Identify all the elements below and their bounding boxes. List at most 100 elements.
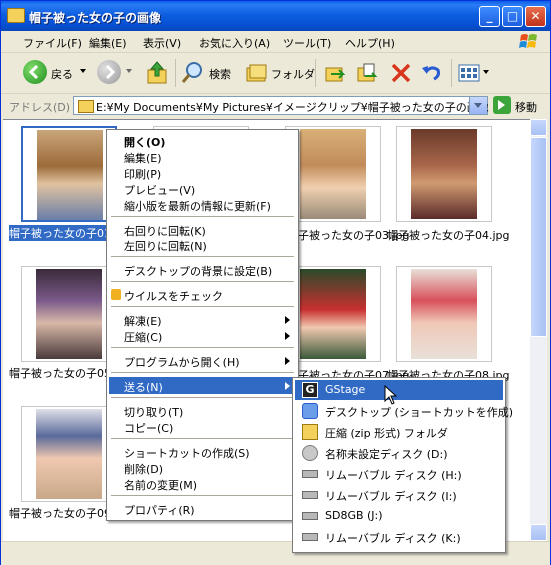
file-caption[interactable]: 帽子被った女の子01: [9, 225, 111, 241]
views-button[interactable]: [457, 60, 491, 86]
menu-edit[interactable]: 編集(E): [89, 35, 127, 51]
menu-item-compress[interactable]: 圧縮(C): [109, 327, 296, 344]
scroll-thumb[interactable]: [530, 137, 547, 337]
sendto-item-zip-folder[interactable]: 圧縮 (zip 形式) フォルダ: [295, 422, 503, 442]
menu-item-edit[interactable]: 編集(E): [109, 148, 296, 165]
forward-arrow-icon: [97, 60, 121, 84]
file-caption[interactable]: 帽子被った女の子05: [9, 365, 111, 381]
move-to-button[interactable]: [323, 60, 347, 86]
menu-item-open-with[interactable]: プログラムから開く(H): [109, 352, 296, 369]
menu-item-create-shortcut[interactable]: ショートカットの作成(S): [109, 443, 296, 460]
scroll-up-button[interactable]: [530, 119, 547, 136]
menu-item-set-desktop-background[interactable]: デスクトップの背景に設定(B): [109, 261, 296, 278]
back-label: 戻る: [51, 68, 73, 81]
search-label: 検索: [209, 68, 231, 81]
photo-image: [411, 129, 477, 219]
address-label: アドレス(D): [9, 101, 71, 114]
send-to-submenu: G GStage デスクトップ (ショートカットを作成) 圧縮 (zip 形式)…: [292, 377, 513, 553]
copy-to-folder-icon: [357, 63, 378, 82]
sendto-item-drive-j[interactable]: SD8GB (J:): [295, 506, 503, 526]
vertical-scrollbar[interactable]: [530, 119, 547, 541]
removable-drive-icon: [302, 512, 318, 520]
title-bar[interactable]: 帽子被った女の子の画像 _ □ ✕: [1, 1, 550, 31]
undo-button[interactable]: [419, 60, 443, 86]
up-folder-icon: [147, 61, 167, 84]
menu-separator: [111, 256, 294, 257]
back-button[interactable]: 戻る: [23, 60, 86, 86]
photo-image: [300, 269, 366, 359]
search-button[interactable]: 検索: [181, 60, 237, 86]
menu-tools[interactable]: ツール(T): [283, 35, 331, 51]
explorer-window: 帽子被った女の子の画像 _ □ ✕ ファイル(F) 編集(E) 表示(V) お気…: [0, 0, 551, 565]
forward-dropdown-icon[interactable]: [126, 69, 132, 76]
file-caption[interactable]: 帽子被った女の子09: [9, 505, 111, 521]
menu-item-refresh-thumbnail[interactable]: 縮小版を最新の情報に更新(F): [109, 196, 296, 213]
menu-item-send-to[interactable]: 送る(N): [109, 377, 296, 394]
gstage-icon: G: [302, 382, 318, 398]
menu-separator: [111, 306, 294, 307]
go-arrow-icon: [493, 96, 511, 114]
toolbar-separator: [175, 59, 176, 87]
menu-file[interactable]: ファイル(F): [23, 35, 82, 51]
sendto-item-drive-i[interactable]: リムーバブル ディスク (I:): [295, 485, 503, 505]
menu-item-cut[interactable]: 切り取り(T): [109, 402, 296, 419]
menu-favorites[interactable]: お気に入り(A): [199, 35, 270, 51]
delete-x-icon: [391, 63, 411, 83]
desktop-icon: [302, 403, 318, 419]
close-button[interactable]: ✕: [525, 6, 546, 27]
toolbar-separator: [315, 59, 316, 87]
menu-item-rotate-left[interactable]: 左回りに回転(N): [109, 236, 296, 253]
up-folder-button[interactable]: [145, 60, 169, 86]
menu-item-properties[interactable]: プロパティ(R): [109, 500, 296, 517]
menu-item-preview[interactable]: プレビュー(V): [109, 180, 296, 197]
file-thumbnail[interactable]: [396, 266, 492, 362]
menu-view[interactable]: 表示(V): [143, 35, 181, 51]
menu-item-rename[interactable]: 名前の変更(M): [109, 475, 296, 492]
forward-button[interactable]: [97, 60, 133, 86]
menu-separator: [111, 372, 294, 373]
menu-separator: [111, 495, 294, 496]
maximize-button[interactable]: □: [502, 6, 523, 27]
file-thumbnail[interactable]: [21, 266, 117, 362]
scroll-down-button[interactable]: [530, 524, 547, 541]
address-dropdown-button[interactable]: [469, 97, 487, 114]
menu-item-print[interactable]: 印刷(P): [109, 164, 296, 181]
photo-image: [36, 409, 102, 499]
sendto-item-gstage[interactable]: G GStage: [295, 380, 503, 400]
menu-item-extract[interactable]: 解凍(E): [109, 311, 296, 328]
menu-item-virus-scan[interactable]: ウイルスをチェック: [109, 286, 296, 303]
delete-button[interactable]: [389, 60, 413, 86]
removable-drive-icon: [302, 470, 318, 478]
copy-to-button[interactable]: [355, 60, 379, 86]
menu-bar: ファイル(F) 編集(E) 表示(V) お気に入り(A) ツール(T) ヘルプ(…: [1, 31, 550, 53]
menu-item-open[interactable]: 開く(O): [109, 132, 296, 149]
address-input[interactable]: E:¥My Documents¥My Pictures¥イメージクリップ¥帽子被…: [73, 96, 489, 115]
menu-help[interactable]: ヘルプ(H): [345, 35, 395, 51]
photo-image: [37, 130, 103, 220]
sendto-item-drive-h[interactable]: リムーバブル ディスク (H:): [295, 464, 503, 484]
file-thumbnail[interactable]: [21, 406, 117, 502]
photo-image: [36, 269, 102, 359]
back-arrow-icon: [23, 60, 47, 84]
back-dropdown-icon[interactable]: [80, 69, 86, 76]
sendto-item-drive-d[interactable]: 名称未設定ディスク (D:): [295, 443, 503, 463]
removable-drive-icon: [302, 491, 318, 499]
sendto-item-drive-k[interactable]: リムーバブル ディスク (K:): [295, 527, 503, 547]
zip-folder-icon: [302, 424, 318, 440]
submenu-arrow-icon: [285, 382, 290, 390]
go-label: 移動: [515, 101, 537, 114]
toolbar: 戻る 検索 フォルダ: [1, 53, 550, 94]
minimize-button[interactable]: _: [479, 6, 500, 27]
file-thumbnail[interactable]: [285, 126, 381, 222]
file-thumbnail[interactable]: [396, 126, 492, 222]
menu-item-delete[interactable]: 削除(D): [109, 459, 296, 476]
folders-button[interactable]: フォルダ: [245, 60, 315, 86]
menu-separator: [111, 216, 294, 217]
photo-image: [300, 129, 366, 219]
sendto-item-desktop[interactable]: デスクトップ (ショートカットを作成): [295, 401, 513, 421]
file-thumbnail[interactable]: [285, 266, 381, 362]
views-dropdown-icon[interactable]: [483, 70, 489, 77]
menu-item-copy[interactable]: コピー(C): [109, 418, 296, 435]
file-thumbnail[interactable]: [21, 126, 117, 222]
file-caption[interactable]: 帽子被った女の子04.jpg: [387, 227, 510, 243]
